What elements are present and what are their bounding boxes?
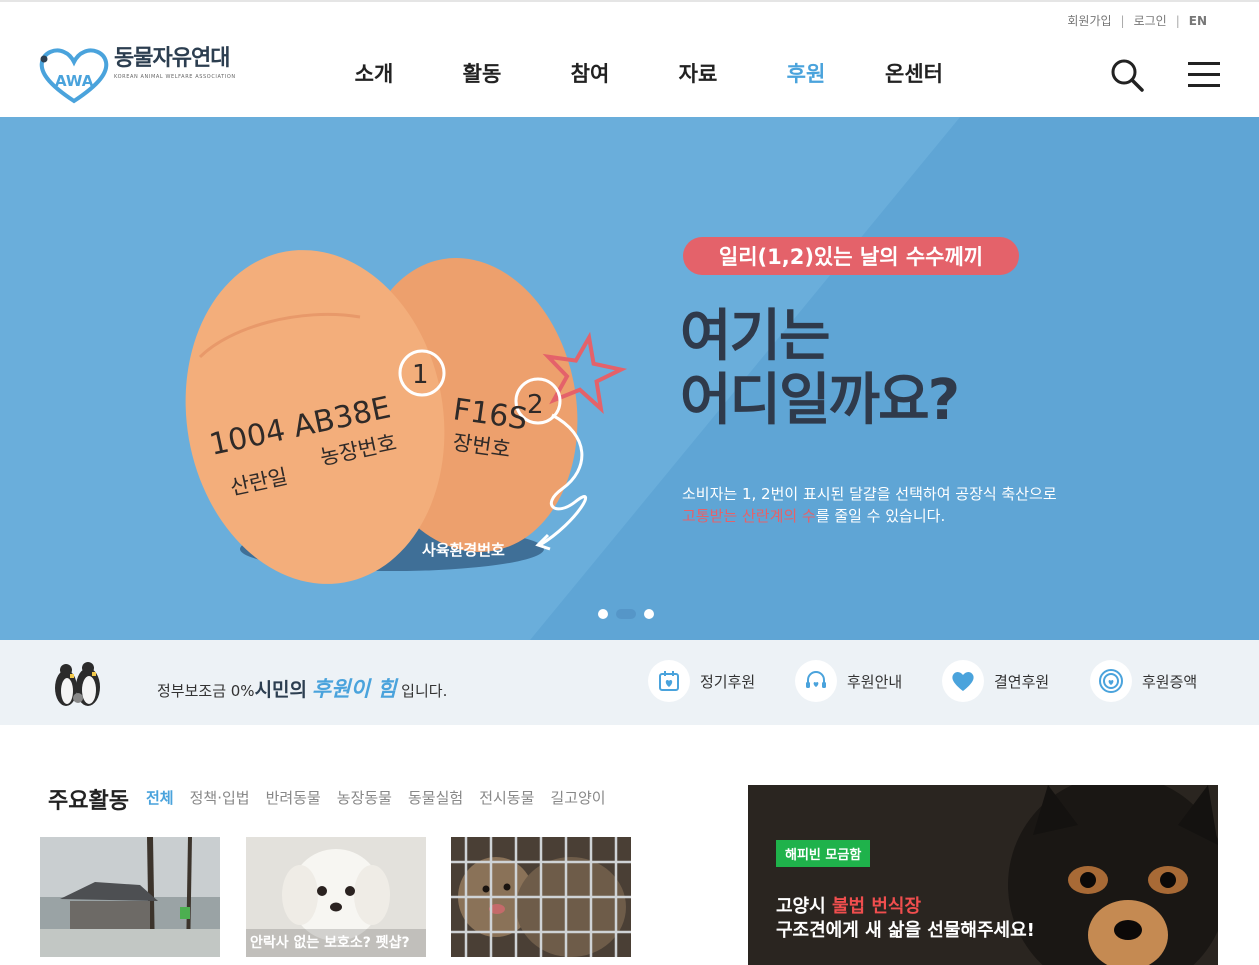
regular-donation-button[interactable]: 정기후원 bbox=[648, 660, 755, 702]
tab-lab[interactable]: 동물실험 bbox=[408, 787, 463, 808]
tab-stray-cats[interactable]: 길고양이 bbox=[550, 787, 605, 808]
caged-dog-photo bbox=[451, 837, 631, 957]
nav-oncenter[interactable]: 온센터 bbox=[860, 58, 968, 88]
hero-title: 여기는 어디일까요? bbox=[680, 304, 960, 433]
heart-icon bbox=[942, 660, 984, 702]
donation-guide-button[interactable]: 후원안내 bbox=[795, 660, 902, 702]
penguin-icon bbox=[55, 662, 100, 706]
search-icon[interactable] bbox=[1110, 58, 1144, 92]
thumbnail-caption: 안락사 없는 보호소? 펫샵? bbox=[250, 934, 410, 951]
banner-subline: 구조견에게 새 삶을 선물해주세요! bbox=[776, 920, 1035, 941]
main-nav: 소개 활동 참여 자료 후원 온센터 bbox=[320, 58, 968, 88]
donation-strip: 정부보조금 0%시민의 후원이 힘 입니다. 정기후원 후원안내 결연후원 후원… bbox=[0, 640, 1259, 725]
logo-title: 동물자유연대 bbox=[114, 46, 230, 71]
site-header: AWA 동물자유연대 KOREAN ANIMAL WELFARE ASSOCIA… bbox=[0, 2, 1259, 117]
calendar-heart-icon bbox=[648, 660, 690, 702]
egg-number-2: 2 bbox=[527, 390, 544, 420]
sponsorship-button[interactable]: 결연후원 bbox=[942, 660, 1049, 702]
hero-illustration: 1004 AB38E 1 F16S 2 산란일 농장번호 장번호 사육환경번호 bbox=[0, 117, 1259, 640]
tab-all[interactable]: 전체 bbox=[146, 787, 174, 808]
svg-text:AWA: AWA bbox=[55, 72, 94, 90]
nav-resources[interactable]: 자료 bbox=[644, 58, 752, 88]
activities-tabs: 전체 정책·입법 반려동물 농장동물 동물실험 전시동물 길고양이 bbox=[146, 787, 622, 808]
tab-farm[interactable]: 농장동물 bbox=[337, 787, 392, 808]
logo-heart-icon: AWA bbox=[39, 48, 109, 104]
happybean-badge: 해피빈 모금함 bbox=[776, 840, 871, 867]
egg-label-environment: 사육환경번호 bbox=[422, 541, 505, 559]
activities-title: 주요활동 bbox=[48, 789, 129, 814]
nav-about[interactable]: 소개 bbox=[320, 58, 428, 88]
nav-donate[interactable]: 후원 bbox=[752, 58, 860, 88]
hero-tag: 일리(1,2)있는 날의 수수께끼 bbox=[683, 237, 1019, 275]
slide-dot-3[interactable] bbox=[644, 609, 654, 619]
banner-headline: 고양시 불법 번식장 bbox=[776, 896, 922, 917]
nav-activities[interactable]: 활동 bbox=[428, 58, 536, 88]
tab-companion[interactable]: 반려동물 bbox=[266, 787, 321, 808]
target-heart-icon bbox=[1090, 660, 1132, 702]
tab-exhibit[interactable]: 전시동물 bbox=[479, 787, 534, 808]
slide-dot-2[interactable] bbox=[616, 609, 636, 619]
activity-thumbnail[interactable] bbox=[40, 837, 220, 957]
activity-thumbnail[interactable]: 안락사 없는 보호소? 펫샵? bbox=[246, 837, 426, 957]
hero-description: 소비자는 1, 2번이 표시된 달걀을 선택하여 공장식 축산으로 고통받는 산… bbox=[682, 485, 1057, 525]
hamburger-menu-icon[interactable] bbox=[1188, 62, 1220, 88]
egg-number-1: 1 bbox=[412, 360, 429, 390]
strip-slogan: 정부보조금 0%시민의 후원이 힘 입니다. bbox=[157, 677, 448, 701]
slide-dot-1[interactable] bbox=[598, 609, 608, 619]
building-photo bbox=[40, 837, 220, 957]
nav-participate[interactable]: 참여 bbox=[536, 58, 644, 88]
logo-subtitle: KOREAN ANIMAL WELFARE ASSOCIATION bbox=[114, 74, 236, 80]
tab-policy[interactable]: 정책·입법 bbox=[190, 787, 250, 808]
dog-photo: 안락사 없는 보호소? 펫샵? bbox=[246, 837, 426, 957]
happybean-banner[interactable]: 해피빈 모금함 고양시 불법 번식장 구조견에게 새 삶을 선물해주세요! bbox=[748, 785, 1218, 965]
headset-icon bbox=[795, 660, 837, 702]
activity-thumbnail[interactable] bbox=[451, 837, 631, 957]
site-logo[interactable]: AWA 동물자유연대 KOREAN ANIMAL WELFARE ASSOCIA… bbox=[38, 46, 236, 106]
hero-slider[interactable]: 1004 AB38E 1 F16S 2 산란일 농장번호 장번호 사육환경번호 … bbox=[0, 117, 1259, 640]
increase-donation-button[interactable]: 후원증액 bbox=[1090, 660, 1197, 702]
slider-pagination bbox=[598, 609, 662, 619]
